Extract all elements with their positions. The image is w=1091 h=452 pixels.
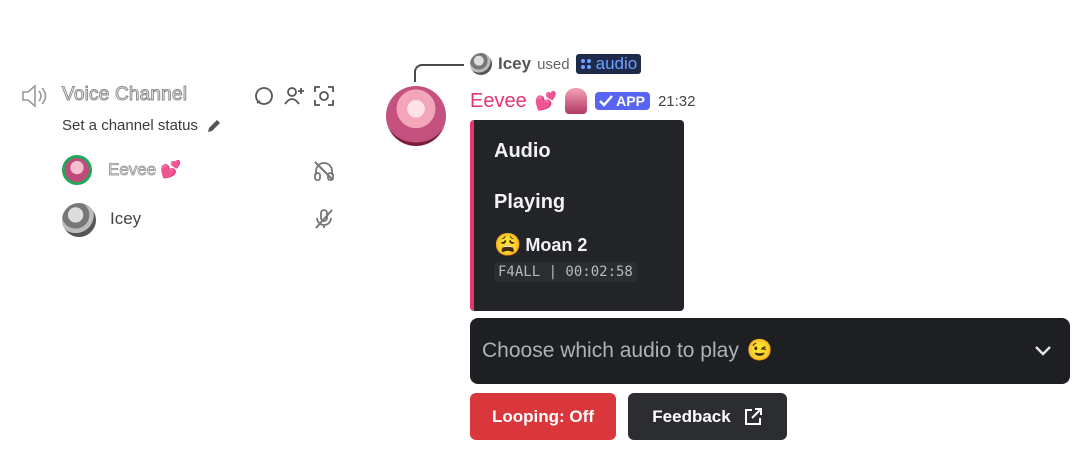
- audio-select-menu[interactable]: Choose which audio to play 😉: [470, 318, 1070, 384]
- muted-mic-icon: [315, 209, 333, 229]
- external-link-icon: [744, 407, 762, 425]
- chevron-down-icon: [1035, 346, 1051, 356]
- embed-title: Audio: [494, 140, 551, 162]
- activities-icon[interactable]: [313, 85, 335, 107]
- author-name[interactable]: Eevee: [470, 90, 527, 113]
- speaker-icon: [22, 84, 47, 108]
- timestamp: 21:32: [657, 92, 696, 110]
- track-name: Moan 2: [525, 234, 588, 255]
- voice-channel-title[interactable]: Voice Channel: [61, 84, 187, 106]
- reply-spine: [414, 64, 464, 82]
- author-avatar[interactable]: [386, 86, 446, 146]
- looping-button[interactable]: Looping: Off: [470, 393, 616, 440]
- avatar: [470, 53, 492, 75]
- reply-used-text: used: [537, 55, 570, 73]
- verified-check-icon: [599, 95, 614, 107]
- reply-username: Icey: [498, 54, 532, 73]
- command-mention[interactable]: audio: [575, 54, 642, 74]
- app-badge-label: APP: [616, 93, 645, 109]
- track-meta: F4ALL | 00:02:58: [494, 262, 637, 282]
- deafened-icon: [314, 161, 334, 181]
- voice-member-icey[interactable]: Icey: [62, 201, 342, 237]
- track-row: 😩 Moan 2: [494, 232, 587, 258]
- heart-emoji: 💕: [160, 160, 182, 179]
- command-name: audio: [595, 54, 638, 73]
- voice-channel-panel: Voice Channel Set a channel status Eevee…: [0, 0, 360, 452]
- channel-status-label: Set a channel status: [62, 117, 198, 134]
- reply-preview[interactable]: Icey used audio: [470, 53, 642, 75]
- pencil-icon: [207, 119, 220, 132]
- invite-user-icon[interactable]: [282, 84, 306, 108]
- embed-subtitle: Playing: [494, 191, 566, 213]
- audio-embed: Audio Playing 😩 Moan 2 F4ALL | 00:02:58: [470, 120, 684, 311]
- message-header: Eevee 💕 APP 21:32: [470, 88, 695, 114]
- avatar: [62, 203, 96, 237]
- member-name: Eevee: [108, 160, 157, 180]
- channel-status-link[interactable]: Set a channel status: [62, 117, 222, 134]
- feedback-button[interactable]: Feedback: [628, 393, 787, 440]
- voice-member-eevee[interactable]: Eevee 💕: [62, 153, 342, 189]
- weary-emoji: 😩: [494, 232, 522, 257]
- select-placeholder: Choose which audio to play: [482, 339, 739, 362]
- looping-button-label: Looping: Off: [492, 406, 594, 426]
- feedback-button-label: Feedback: [652, 406, 731, 426]
- member-name: Icey: [110, 209, 142, 228]
- avatar: [62, 155, 92, 185]
- chat-bubble-icon[interactable]: [253, 85, 275, 107]
- app-badge: APP: [595, 92, 650, 110]
- heart-emoji: 💕: [534, 90, 558, 111]
- wink-emoji: 😉: [746, 339, 773, 362]
- app-command-icon: [580, 59, 591, 69]
- role-icon: [565, 88, 588, 114]
